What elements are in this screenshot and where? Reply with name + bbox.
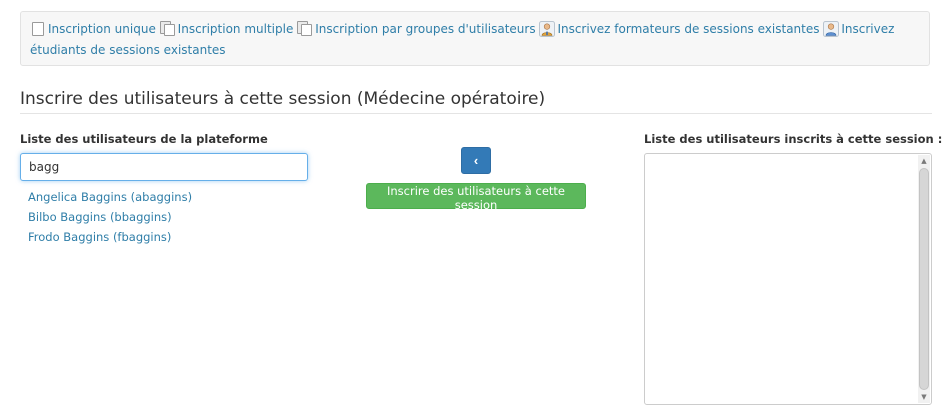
group-enrollment-link[interactable]: Inscription par groupes d'utilisateurs <box>297 21 539 37</box>
list-item: Frodo Baggins (fbaggins) <box>28 229 192 249</box>
page-title: Inscrire des utilisateurs à cette sessio… <box>20 89 546 109</box>
chevron-left-icon: ‹ <box>473 152 479 168</box>
single-document-icon <box>30 21 46 37</box>
enrollment-options-toolbar: Inscription unique Inscription multiple … <box>20 11 930 66</box>
user-result-link[interactable]: Bilbo Baggins (bbaggins) <box>28 210 172 224</box>
scroll-down-arrow-icon[interactable]: ▼ <box>918 391 930 403</box>
list-item: Angelica Baggins (abaggins) <box>28 189 192 209</box>
scrollbar-thumb[interactable] <box>919 168 929 390</box>
platform-users-label: Liste des utilisateurs de la plateforme <box>20 132 268 146</box>
session-users-listbox[interactable]: ▲ ▼ <box>644 153 932 405</box>
listbox-scrollbar[interactable]: ▲ ▼ <box>918 155 930 403</box>
student-user-icon <box>823 21 840 37</box>
session-users-label: Liste des utilisateurs inscrits à cette … <box>644 132 943 146</box>
enroll-teachers-link[interactable]: Inscrivez formateurs de sessions existan… <box>539 21 823 37</box>
remove-user-button[interactable]: ‹ <box>461 147 491 174</box>
single-enrollment-link[interactable]: Inscription unique <box>30 22 160 36</box>
user-search-input[interactable] <box>20 153 308 181</box>
title-divider <box>20 113 932 114</box>
teacher-user-icon <box>539 21 556 37</box>
multiple-enrollment-link[interactable]: Inscription multiple <box>159 21 298 37</box>
user-result-link[interactable]: Frodo Baggins (fbaggins) <box>28 230 171 244</box>
multiple-documents-icon <box>159 21 176 37</box>
list-item: Bilbo Baggins (bbaggins) <box>28 209 192 229</box>
enroll-users-button[interactable]: Inscrire des utilisateurs à cette sessio… <box>366 183 586 212</box>
scroll-up-arrow-icon[interactable]: ▲ <box>918 155 930 167</box>
user-result-link[interactable]: Angelica Baggins (abaggins) <box>28 190 192 204</box>
search-results-list: Angelica Baggins (abaggins) Bilbo Baggin… <box>28 189 192 249</box>
group-documents-icon <box>297 21 313 37</box>
